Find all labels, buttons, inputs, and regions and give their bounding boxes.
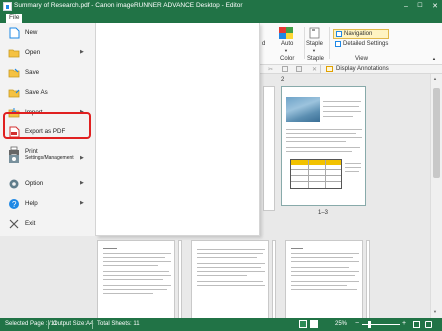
paste-icon[interactable] [296, 66, 302, 72]
fit-page-icon[interactable] [413, 321, 420, 328]
detailed-settings-icon [335, 41, 341, 47]
file-menu-item-label: Save As [25, 89, 48, 96]
file-menu-panel [96, 23, 260, 236]
two-page-view-icon[interactable] [310, 320, 318, 328]
save-icon [8, 67, 20, 79]
file-menu-item-settings-management[interactable]: Settings/Management ▶ [0, 153, 96, 165]
toolbar-separator [320, 65, 323, 73]
display-annotations-label[interactable]: Display Annotations [336, 66, 389, 72]
navigation-toggle[interactable]: Navigation [333, 29, 389, 39]
window-title: Summary of Research.pdf - Canon imageRUN… [14, 2, 243, 9]
color-auto-icon[interactable] [279, 27, 293, 39]
page-thumbnail[interactable] [97, 240, 175, 320]
file-menu-item-help[interactable]: ? Help ▶ [0, 194, 96, 214]
staple-label[interactable]: Staple [306, 41, 323, 47]
cut-icon[interactable]: ✂ [268, 66, 273, 73]
page-thumbnail[interactable] [178, 240, 182, 320]
total-sheets-status: Total Sheets: 11 [97, 321, 140, 327]
file-menu-item-label: New [25, 29, 38, 36]
page-photo [286, 97, 320, 122]
submenu-arrow-icon: ▶ [80, 155, 84, 161]
page-range-label: 1–3 [318, 210, 329, 216]
detailed-settings-toggle[interactable]: Detailed Settings [333, 40, 393, 50]
ribbon-tab-strip: File [0, 13, 442, 23]
scroll-up-icon[interactable]: ▲ [433, 76, 437, 81]
copy-icon[interactable] [282, 66, 288, 72]
chevron-down-icon[interactable]: ▼ [284, 48, 288, 53]
submenu-arrow-icon: ▶ [80, 200, 84, 206]
detailed-settings-label: Detailed Settings [343, 41, 389, 47]
zoom-in-button[interactable]: + [402, 320, 406, 327]
staple-icon[interactable] [309, 27, 321, 39]
display-annotations-icon [326, 66, 333, 72]
file-menu-item-exit[interactable]: Exit [0, 214, 96, 234]
delete-icon[interactable]: ✕ [312, 66, 317, 73]
status-bar: Selected Page : /11 Output Size:A4 Total… [0, 318, 442, 331]
zoom-slider-thumb[interactable] [368, 321, 371, 328]
submenu-arrow-icon: ▶ [80, 49, 84, 55]
file-menu-item-new[interactable]: New [0, 23, 96, 43]
tab-file[interactable]: File [6, 14, 23, 23]
single-page-view-icon[interactable] [299, 320, 307, 328]
export-pdf-highlight [3, 112, 91, 139]
file-menu-item-save-as[interactable]: Save As [0, 83, 96, 103]
color-auto-label[interactable]: Auto [281, 41, 293, 47]
exit-icon [8, 218, 20, 230]
ribbon-separator [329, 27, 330, 59]
color-group-label: Color [280, 56, 295, 62]
maximize-button[interactable]: ☐ [413, 0, 427, 13]
view-group-label: View [355, 56, 368, 62]
fit-width-icon[interactable] [425, 321, 432, 328]
page-thumbnail[interactable] [285, 240, 363, 320]
page-thumbnail[interactable] [263, 86, 275, 211]
page-thumbnail[interactable] [272, 240, 276, 320]
file-menu-item-open[interactable]: Open ▶ [0, 43, 96, 63]
output-size-status: Output Size:A4 [53, 321, 94, 327]
scrollbar-thumb[interactable] [433, 88, 440, 178]
page-table [290, 159, 342, 189]
help-icon: ? [8, 198, 20, 210]
page-number-label: 2 [281, 77, 285, 83]
staple-group-label: Staple [307, 56, 325, 62]
file-menu-item-label: Open [25, 49, 41, 56]
zoom-out-button[interactable]: − [355, 320, 359, 327]
page-thumbnail[interactable] [191, 240, 269, 320]
page-thumbnail-selected[interactable] [281, 86, 366, 206]
file-menu-item-label: Help [25, 200, 38, 207]
file-menu-item-label: Option [25, 180, 44, 187]
file-menu-item-label: Exit [25, 220, 36, 227]
close-button[interactable]: ✕ [428, 0, 442, 13]
page-thumbnail[interactable] [366, 240, 370, 320]
navigation-pane-icon [336, 31, 342, 37]
file-menu-item-option[interactable]: Option ▶ [0, 174, 96, 194]
save-as-icon [8, 87, 20, 99]
selected-page-status: Selected Page : /11 [5, 321, 57, 327]
ribbon-collapse-icon[interactable]: ▲ [432, 56, 436, 61]
new-document-icon [8, 27, 20, 39]
minimize-button[interactable]: – [399, 0, 413, 13]
zoom-level: 25% [335, 321, 348, 327]
chevron-down-icon[interactable]: ▼ [312, 48, 316, 53]
scroll-down-icon[interactable]: ▼ [433, 309, 437, 314]
option-gear-icon [8, 178, 20, 190]
svg-text:?: ? [12, 200, 17, 209]
title-bar: Summary of Research.pdf - Canon imageRUN… [0, 0, 442, 13]
submenu-arrow-icon: ▶ [80, 180, 84, 186]
navigation-label: Navigation [344, 31, 373, 37]
settings-management-icon [8, 153, 20, 165]
app-icon [3, 2, 12, 11]
open-folder-icon [8, 47, 20, 59]
ribbon-partial-label: d [262, 41, 266, 47]
file-menu-item-label: Settings/Management [25, 155, 74, 161]
file-menu-item-label: Save [25, 69, 40, 76]
vertical-scrollbar[interactable]: ▲ ▼ [430, 74, 442, 318]
ribbon-separator [304, 27, 305, 59]
file-menu-item-save[interactable]: Save [0, 63, 96, 83]
